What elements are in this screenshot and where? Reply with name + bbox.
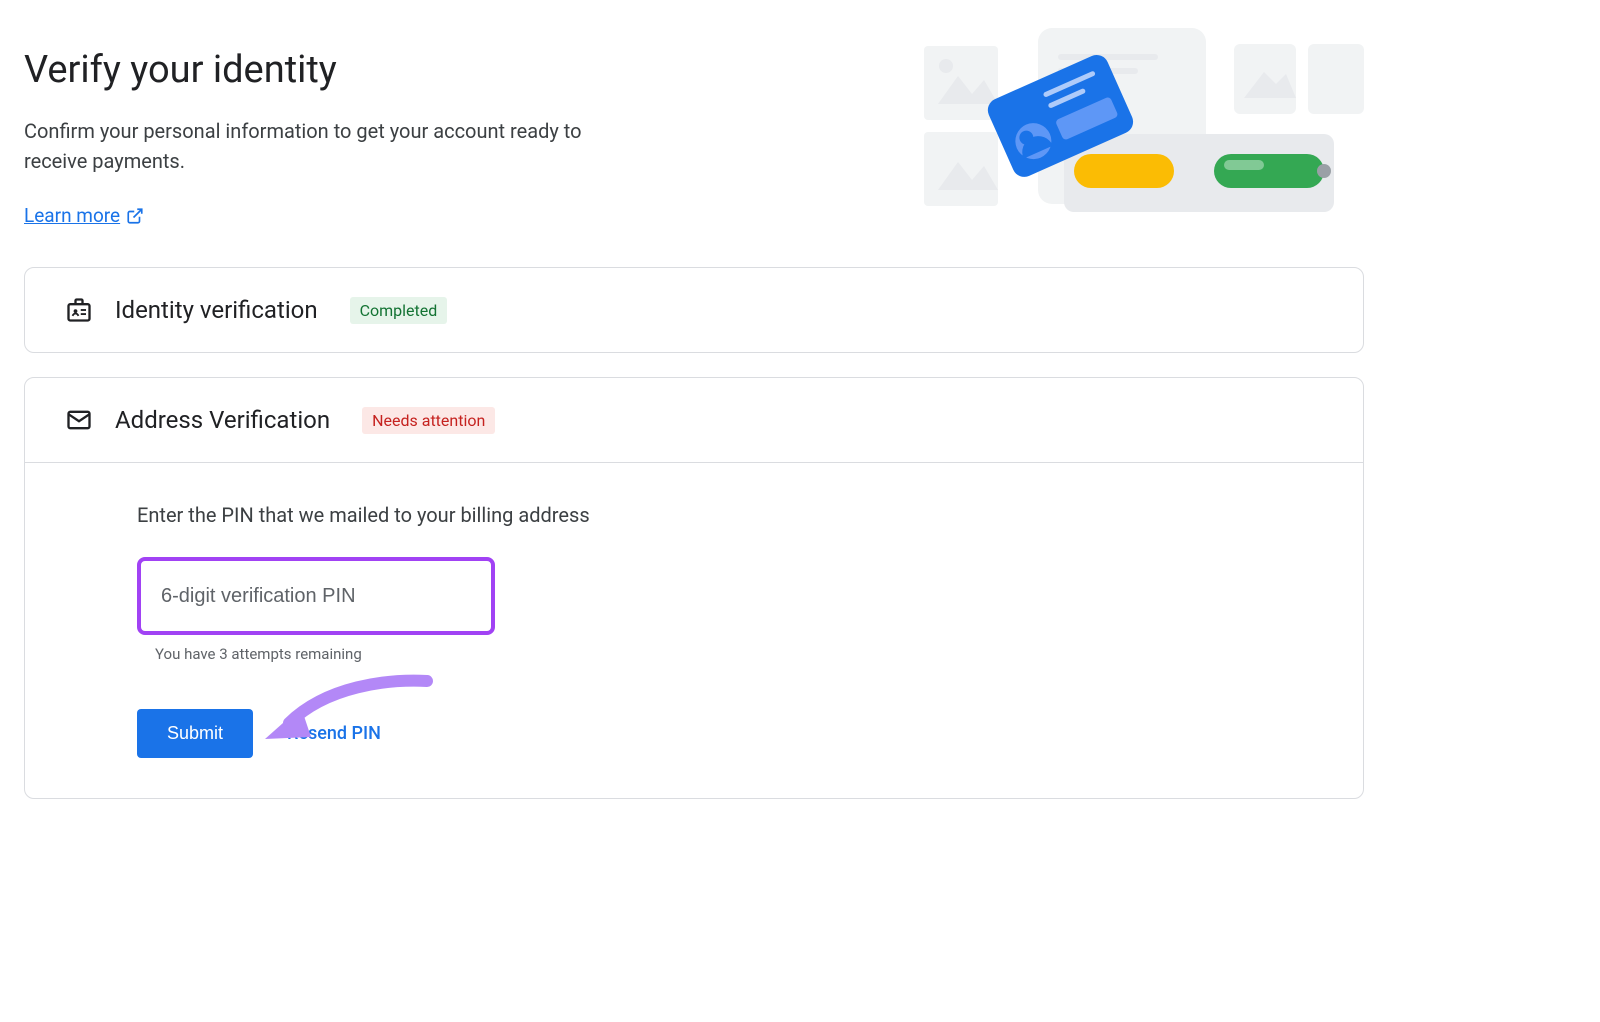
address-verification-card: Address Verification Needs attention Ent… — [24, 377, 1364, 799]
identity-card-title: Identity verification — [115, 296, 318, 324]
page-title: Verify your identity — [24, 48, 624, 92]
page-subtitle: Confirm your personal information to get… — [24, 116, 624, 176]
attempts-remaining: You have 3 attempts remaining — [155, 645, 1323, 663]
id-badge-icon — [65, 296, 93, 324]
resend-pin-link[interactable]: Resend PIN — [287, 723, 381, 744]
learn-more-label: Learn more — [24, 204, 120, 227]
submit-button[interactable]: Submit — [137, 709, 253, 758]
status-badge-attention: Needs attention — [362, 407, 495, 434]
pin-instruction: Enter the PIN that we mailed to your bil… — [137, 503, 1323, 527]
status-badge-completed: Completed — [350, 297, 448, 324]
identity-verification-card: Identity verification Completed — [24, 267, 1364, 353]
pin-input[interactable] — [137, 557, 495, 635]
learn-more-link[interactable]: Learn more — [24, 204, 144, 227]
envelope-icon — [65, 406, 93, 434]
external-link-icon — [126, 207, 144, 225]
address-card-title: Address Verification — [115, 406, 330, 434]
wallet-illustration — [924, 24, 1364, 224]
